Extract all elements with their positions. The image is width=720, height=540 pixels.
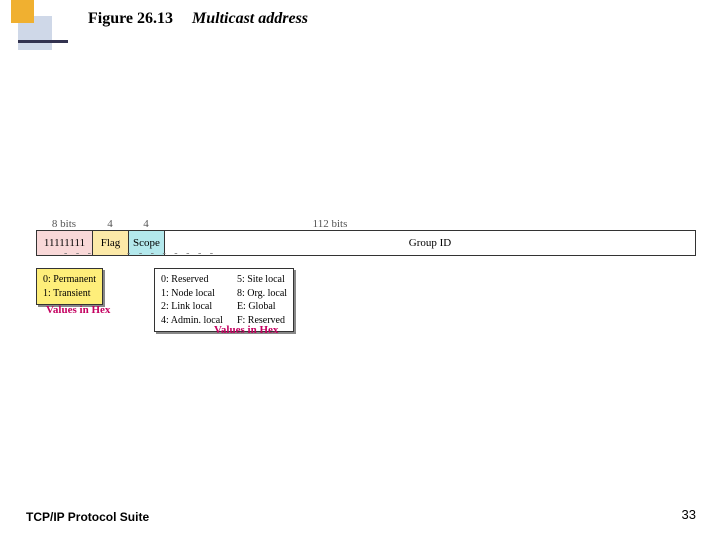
slide-bullet-underline <box>18 40 68 43</box>
field-prefix-value: 11111111 <box>44 238 85 249</box>
bits-scope: 4 <box>128 218 164 230</box>
footer-suite: TCP/IP Protocol Suite <box>26 510 149 524</box>
figure-title: Multicast address <box>192 10 308 28</box>
slide-bullet-inner <box>11 0 34 23</box>
flag-values-box: 0: Permanent 1: Transient <box>36 268 103 305</box>
flag-value-permanent: 0: Permanent <box>43 273 96 287</box>
flag-value-transient: 1: Transient <box>43 287 96 301</box>
values-in-hex-flag: Values in Hex <box>46 304 110 316</box>
footer-page-number: 33 <box>682 507 696 522</box>
scope-values-box: 0: Reserved 1: Node local 2: Link local … <box>154 268 294 332</box>
figure-label: Figure 26.13 <box>88 10 173 28</box>
bit-width-labels: 8 bits 4 4 112 bits <box>36 218 696 230</box>
bits-flag: 4 <box>92 218 128 230</box>
scope-values-col2: 5: Site local 8: Org. local E: Global F:… <box>237 273 287 327</box>
bits-group: 112 bits <box>164 218 696 230</box>
values-in-hex-scope: Values in Hex <box>214 324 278 336</box>
leader-dashes: - - - - - - - - - - - <box>64 248 304 266</box>
scope-values-col1: 0: Reserved 1: Node local 2: Link local … <box>161 273 223 327</box>
bits-prefix: 8 bits <box>36 218 92 230</box>
